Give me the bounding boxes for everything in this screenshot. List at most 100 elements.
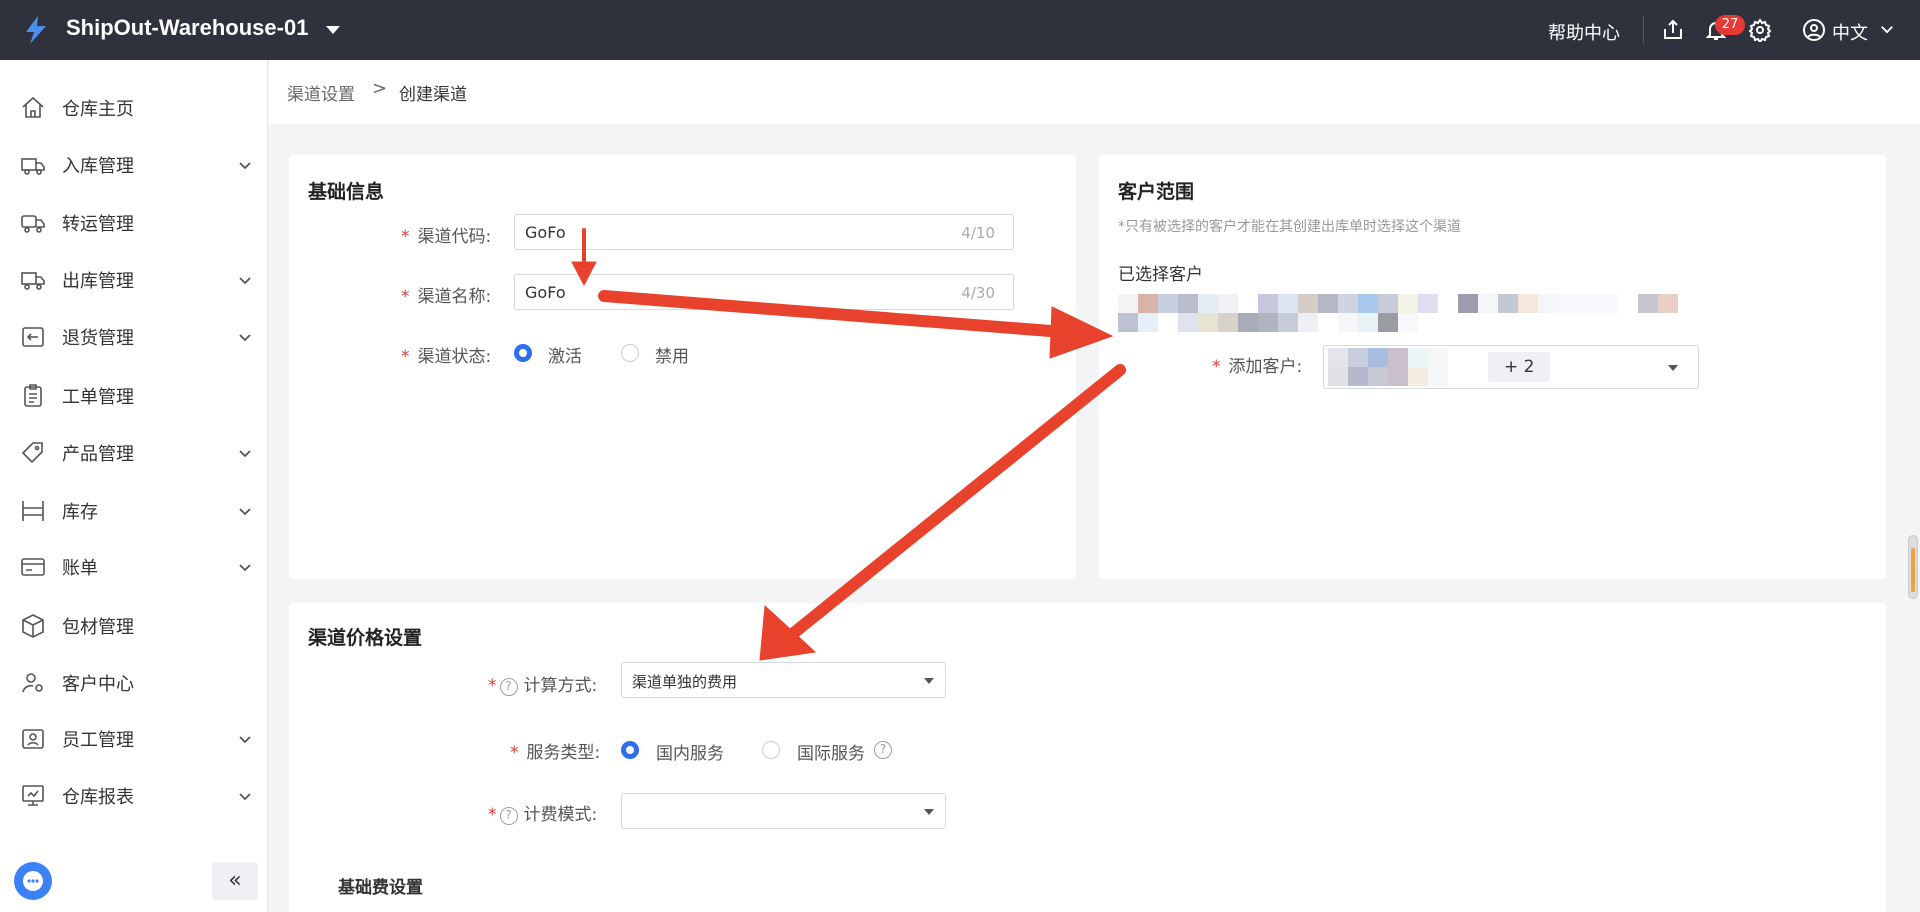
help-circle-icon[interactable]: ? [499, 807, 518, 825]
help-circle-icon[interactable]: ? [499, 678, 518, 696]
breadcrumb: 渠道设置 > 创建渠道 [269, 60, 1920, 124]
truck-transfer-icon [21, 215, 45, 233]
service-domestic-label[interactable]: 国内服务 [656, 739, 724, 764]
selected-customers-redacted [1118, 294, 1678, 332]
breadcrumb-create-channel: 创建渠道 [399, 85, 467, 105]
status-disabled-radio[interactable] [621, 344, 639, 362]
selected-customers-label: 已选择客户 [1118, 265, 1203, 285]
customer-scope-title: 客户范围 [1118, 181, 1195, 203]
channel-status-label: * 渠道状态: [401, 347, 492, 367]
caret-down-icon [924, 678, 934, 684]
chevron-down-icon[interactable] [238, 158, 252, 172]
sidebar-item-4[interactable]: 出库管理 [0, 256, 268, 304]
staff-icon [22, 729, 44, 749]
gear-icon[interactable] [1748, 18, 1772, 42]
truck-inbound-icon [21, 158, 45, 175]
sidebar-item-1[interactable]: 仓库主页 [0, 84, 268, 132]
status-active-radio[interactable] [514, 344, 532, 362]
sidebar-item-12[interactable]: 员工管理 [0, 715, 268, 763]
chevron-down-icon[interactable] [238, 273, 252, 287]
sidebar-item-7[interactable]: 产品管理 [0, 429, 268, 477]
sidebar-item-label: 入库管理 [62, 156, 134, 177]
customer-tag-redacted [1328, 348, 1464, 386]
page-scrollbar[interactable] [1908, 535, 1918, 599]
channel-code-label: * 渠道代码: [401, 227, 492, 247]
price-settings-card: 渠道价格设置 *? 计算方式: 渠道单独的费用 * 服务类型: 国内服务 国际服务 … [289, 603, 1886, 912]
status-active-label[interactable]: 激活 [548, 342, 582, 367]
sidebar-item-label: 工单管理 [62, 387, 134, 408]
sidebar: 仓库主页入库管理转运管理出库管理退货管理工单管理产品管理库存账单包材管理客户中心… [0, 60, 268, 912]
sidebar-item-3[interactable]: 转运管理 [0, 199, 268, 247]
chat-button[interactable] [14, 862, 52, 900]
language-selector[interactable]: 中文 [1832, 19, 1868, 45]
breadcrumb-separator: > [372, 78, 388, 99]
truck-outbound-icon [21, 272, 45, 290]
service-domestic-radio[interactable] [621, 741, 639, 759]
tag-icon [21, 442, 43, 464]
sidebar-item-label: 退货管理 [62, 328, 134, 349]
service-international-radio[interactable] [762, 741, 780, 759]
caret-down-icon [924, 809, 934, 815]
chevron-down-icon[interactable] [238, 504, 252, 518]
home-icon [22, 96, 44, 118]
warehouse-name[interactable]: ShipOut-Warehouse-01 [66, 15, 308, 41]
customer-scope-card: 客户范围 *只有被选择的客户才能在其创建出库单时选择这个渠道 已选择客户 * 添加… [1099, 155, 1886, 579]
sidebar-item-5[interactable]: 退货管理 [0, 313, 268, 361]
service-international-label[interactable]: 国际服务 [797, 739, 865, 764]
help-center-link[interactable]: 帮助中心 [1548, 19, 1620, 45]
sidebar-item-label: 产品管理 [62, 444, 134, 465]
billing-mode-select[interactable] [621, 793, 946, 829]
sidebar-item-6[interactable]: 工单管理 [0, 372, 268, 420]
top-bar: ShipOut-Warehouse-01 帮助中心 27 中文 [0, 0, 1920, 60]
collapse-sidebar-button[interactable]: « [212, 862, 258, 900]
sidebar-item-label: 员工管理 [62, 730, 134, 751]
chevron-down-icon[interactable] [238, 732, 252, 746]
channel-name-counter: 4/30 [961, 284, 995, 302]
user-gear-icon [22, 673, 43, 693]
user-icon[interactable] [1802, 18, 1826, 42]
chat-icon [23, 871, 43, 891]
chevron-down-icon[interactable] [238, 446, 252, 460]
logo-icon[interactable] [20, 14, 52, 46]
price-settings-title: 渠道价格设置 [308, 627, 423, 649]
notification-badge: 27 [1715, 15, 1745, 35]
help-circle-icon[interactable]: ? [874, 741, 892, 759]
card-icon [21, 558, 45, 576]
basic-info-title: 基础信息 [308, 181, 385, 203]
add-customer-label: * 添加客户: [1212, 357, 1303, 377]
service-type-label: * 服务类型: [510, 743, 601, 763]
report-icon [22, 785, 44, 806]
basic-info-card: 基础信息 * 渠道代码: GoFo 4/10 * 渠道名称: GoFo 4/30 *… [289, 155, 1076, 579]
divider [1643, 16, 1644, 44]
return-icon [22, 327, 44, 347]
add-customer-select[interactable]: + 2 [1323, 345, 1699, 389]
sidebar-item-8[interactable]: 库存 [0, 487, 268, 535]
sidebar-item-11[interactable]: 客户中心 [0, 659, 268, 707]
more-customers-tag[interactable]: + 2 [1488, 352, 1551, 382]
caret-down-icon [1668, 365, 1678, 371]
sidebar-item-label: 出库管理 [62, 271, 134, 292]
status-disabled-label[interactable]: 禁用 [655, 342, 689, 367]
sidebar-item-label: 库存 [62, 502, 98, 523]
warehouse-dropdown-icon[interactable] [326, 26, 340, 34]
chevron-down-icon[interactable] [238, 789, 252, 803]
calc-method-select[interactable]: 渠道单独的费用 [621, 662, 946, 698]
chevron-down-icon[interactable] [238, 330, 252, 344]
billing-mode-label: *? 计费模式: [488, 805, 598, 825]
base-fee-settings-title: 基础费设置 [338, 878, 423, 898]
channel-code-input[interactable]: GoFo 4/10 [514, 214, 1014, 250]
sidebar-item-label: 转运管理 [62, 214, 134, 235]
channel-name-input[interactable]: GoFo 4/30 [514, 274, 1014, 310]
sidebar-item-10[interactable]: 包材管理 [0, 602, 268, 650]
sidebar-item-9[interactable]: 账单 [0, 543, 268, 591]
breadcrumb-channel-settings[interactable]: 渠道设置 [287, 80, 355, 105]
sidebar-item-2[interactable]: 入库管理 [0, 141, 268, 189]
sidebar-item-label: 仓库主页 [62, 99, 134, 120]
sidebar-item-label: 包材管理 [62, 617, 134, 638]
chevron-down-icon[interactable] [238, 560, 252, 574]
chevron-down-icon[interactable] [1878, 20, 1896, 38]
customer-scope-hint: *只有被选择的客户才能在其创建出库单时选择这个渠道 [1118, 219, 1461, 235]
share-icon[interactable] [1661, 18, 1685, 42]
sidebar-item-13[interactable]: 仓库报表 [0, 772, 268, 820]
box-icon [22, 614, 44, 638]
